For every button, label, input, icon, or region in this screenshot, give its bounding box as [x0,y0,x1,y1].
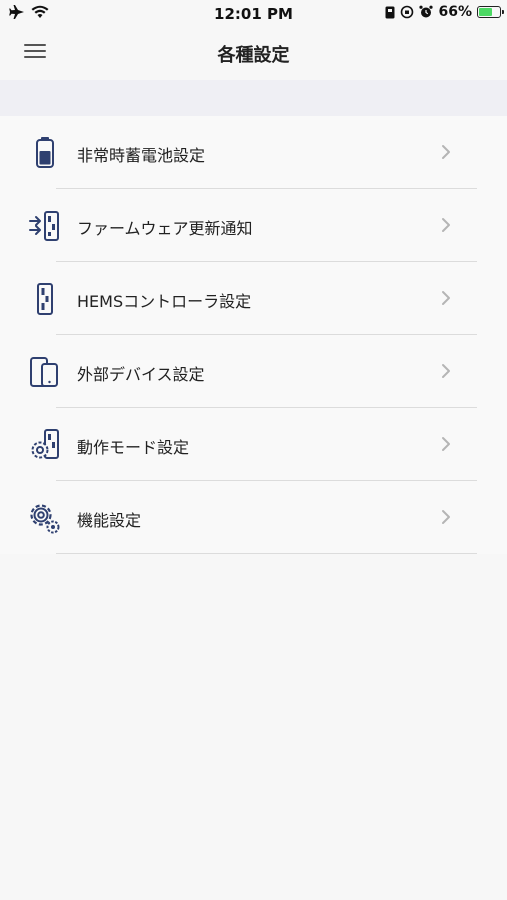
settings-row-emergency-battery[interactable]: 非常時蓄電池設定 [0,116,507,189]
settings-row-label: HEMSコントローラ設定 [77,292,252,311]
orientation-lock-icon [401,5,414,19]
sim-icon [385,6,395,18]
chevron-right-icon [442,510,450,524]
battery-icon [477,6,504,18]
battery-percent: 66% [438,4,472,20]
section-separator [0,80,507,116]
settings-row-firmware-update[interactable]: ファームウェア更新通知 [0,189,507,262]
settings-row-label: 外部デバイス設定 [77,365,205,384]
hems-controller-icon [37,283,53,315]
external-device-icon [30,357,58,387]
firmware-update-icon [29,211,59,241]
chevron-right-icon [442,437,450,451]
settings-row-operation-mode[interactable]: 動作モード設定 [0,408,507,481]
settings-row-label: 非常時蓄電池設定 [77,146,206,165]
battery-fill [479,8,492,16]
settings-row-function[interactable]: 機能設定 [0,481,507,554]
status-right-icons: 66% [385,4,504,20]
page-title: 各種設定 [217,45,290,66]
chevron-right-icon [442,218,450,232]
chevron-right-icon [442,364,450,378]
navigation-bar: 各種設定 [0,28,507,80]
settings-list: 非常時蓄電池設定 ファームウェア更新通知 HEMSコントローラ設定 外部デバイス… [0,116,507,554]
battery-storage-icon [36,137,54,168]
status-bar: 12:01 PM 66% [0,0,507,28]
settings-row-external-device[interactable]: 外部デバイス設定 [0,335,507,408]
alarm-icon [419,5,434,18]
settings-gear-icon [30,504,60,534]
settings-row-label: 機能設定 [77,511,142,530]
settings-row-label: 動作モード設定 [77,438,190,457]
operation-mode-icon [31,429,59,459]
chevron-right-icon [442,291,450,305]
chevron-right-icon [442,145,450,159]
row-divider [56,553,477,554]
settings-row-label: ファームウェア更新通知 [77,219,253,238]
settings-row-hems-controller[interactable]: HEMSコントローラ設定 [0,262,507,335]
